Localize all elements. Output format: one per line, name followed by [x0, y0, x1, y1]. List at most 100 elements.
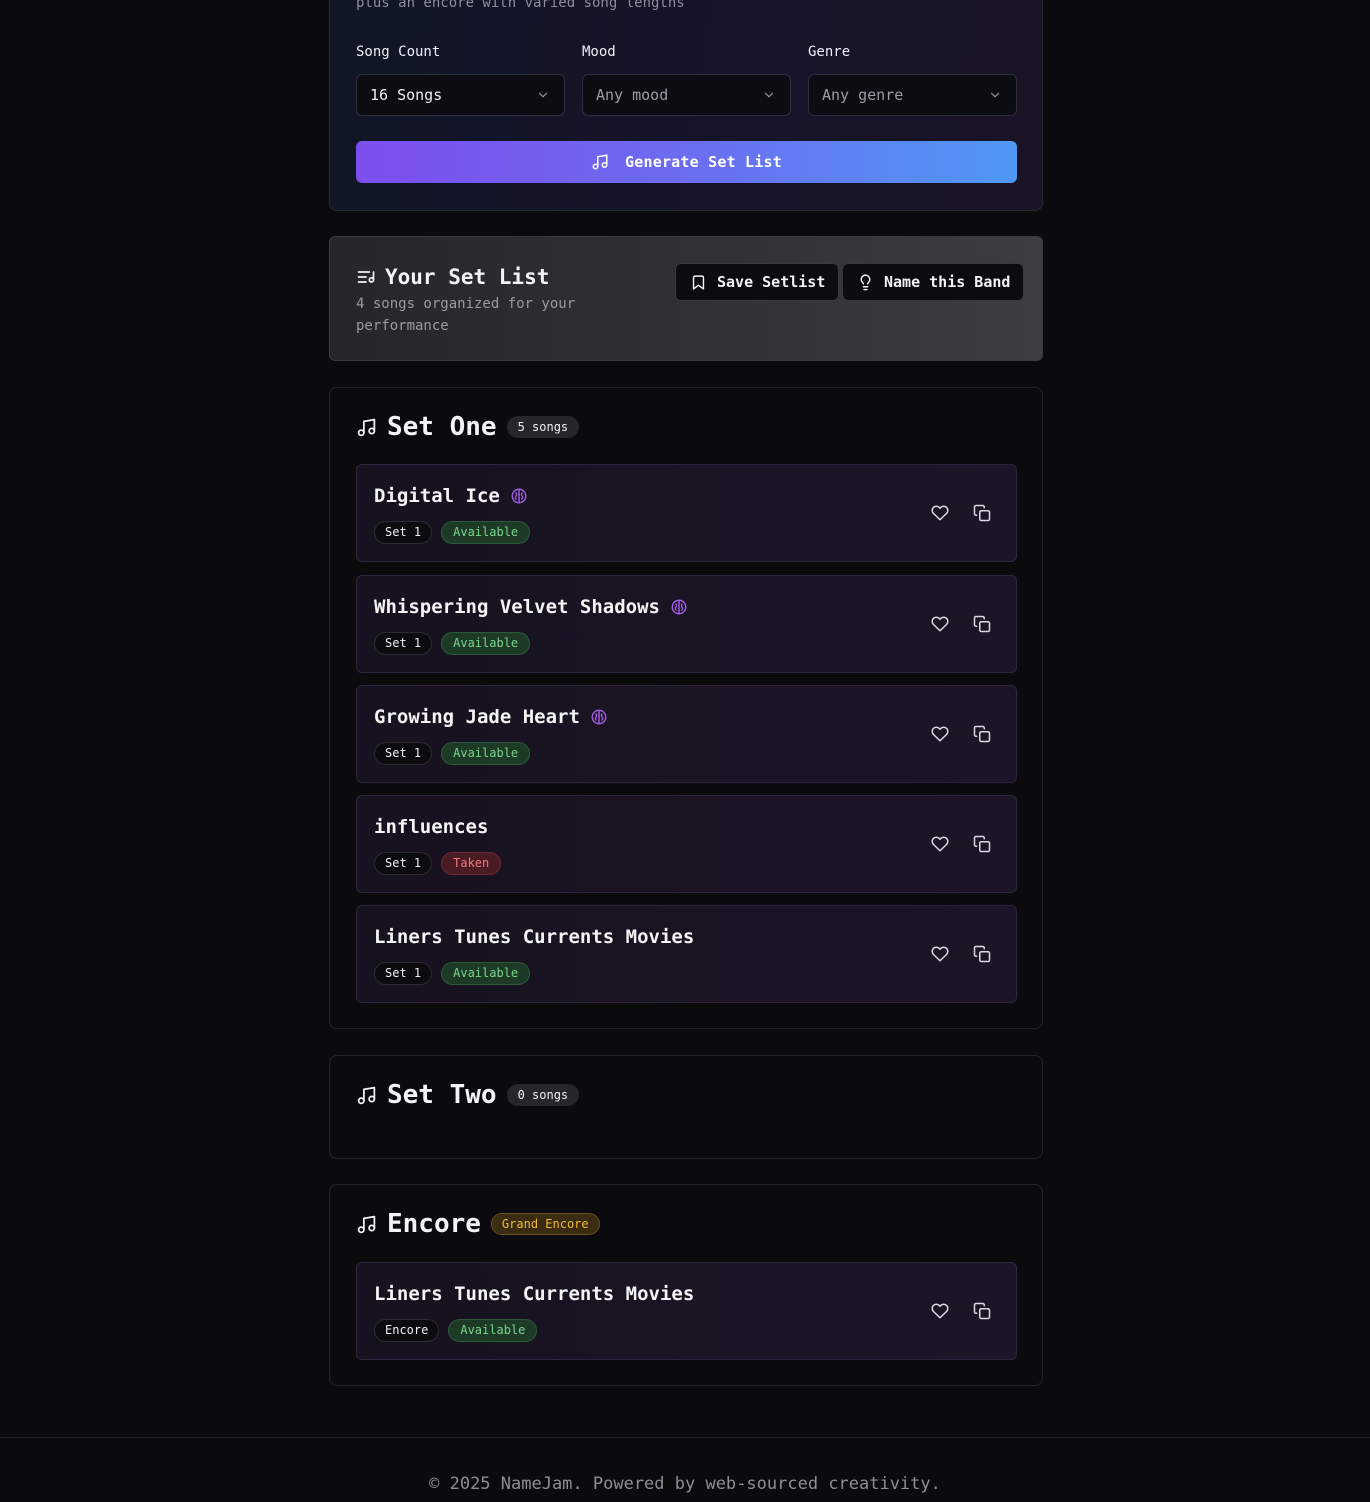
music-note-icon [357, 1215, 376, 1233]
song-title: Whispering Velvet Shadows [374, 596, 660, 618]
song-count-select[interactable]: 16 Songs [356, 74, 565, 116]
copy-icon[interactable] [973, 504, 991, 522]
set-one-section: Set One 5 songs Digital Ice Set 1 Availa… [329, 387, 1043, 1029]
status-badge: Available [441, 632, 531, 655]
song-tags: Set 1 Available [374, 742, 531, 765]
chevron-down-icon [990, 92, 1000, 98]
genre-field: Genre Any genre [808, 44, 1017, 116]
footer: © 2025 NameJam. Powered by web-sourced c… [0, 1437, 1370, 1502]
brain-icon [591, 709, 607, 725]
heart-icon[interactable] [931, 835, 949, 853]
status-badge: Available [441, 521, 531, 544]
mood-label: Mood [582, 44, 616, 60]
song-tags: Encore Available [374, 1319, 538, 1342]
heart-icon[interactable] [931, 615, 949, 633]
setlist-title: Your Set List [385, 265, 550, 289]
song-card: influences Set 1 Taken [356, 795, 1017, 893]
generator-card: plus an encore with varied song lengths … [329, 0, 1043, 211]
genre-label: Genre [808, 44, 851, 60]
song-tags: Set 1 Taken [374, 852, 502, 875]
set-tag: Set 1 [374, 962, 433, 985]
copy-icon[interactable] [973, 725, 991, 743]
music-note-icon [592, 154, 608, 170]
genre-value: Any genre [822, 86, 904, 104]
status-badge: Taken [441, 852, 502, 875]
name-band-label: Name this Band [884, 273, 1011, 291]
set-two-header: Set Two 0 songs [356, 1080, 580, 1110]
set-two-title: Set Two [387, 1080, 497, 1110]
generate-setlist-button[interactable]: Generate Set List [356, 141, 1017, 183]
music-note-icon [357, 1086, 376, 1104]
lightbulb-icon [860, 273, 871, 290]
mood-field: Mood Any mood [582, 44, 791, 116]
set-tag: Set 1 [374, 852, 433, 875]
song-tags: Set 1 Available [374, 962, 531, 985]
list-music-icon [357, 271, 375, 283]
song-title: Digital Ice [374, 485, 500, 507]
brain-icon [671, 599, 687, 615]
copy-icon[interactable] [973, 945, 991, 963]
song-tags: Set 1 Available [374, 521, 531, 544]
encore-title: Encore [387, 1209, 481, 1239]
song-title-row: Digital Ice [374, 485, 528, 507]
heart-icon[interactable] [931, 725, 949, 743]
song-card: Liners Tunes Currents Movies Encore Avai… [356, 1262, 1017, 1360]
setlist-subtitle: 4 songs organized for your performance [356, 296, 576, 334]
setlist-header-card: Your Set List 4 songs organized for your… [329, 236, 1043, 361]
set-two-section: Set Two 0 songs [329, 1055, 1043, 1159]
encore-section: Encore Grand Encore Liners Tunes Current… [329, 1184, 1043, 1386]
mood-value: Any mood [596, 86, 669, 104]
set-two-count-badge: 0 songs [506, 1084, 580, 1106]
chevron-down-icon [538, 92, 548, 98]
status-badge: Available [441, 962, 531, 985]
heart-icon[interactable] [931, 1302, 949, 1320]
setlist-title-row: Your Set List [356, 265, 549, 289]
song-title-row: Liners Tunes Currents Movies [374, 926, 694, 948]
set-tag: Set 1 [374, 632, 433, 655]
song-title-row: influences [374, 816, 488, 838]
song-card: Whispering Velvet Shadows Set 1 Availabl… [356, 575, 1017, 673]
generator-description: plus an encore with varied song lengths [356, 0, 685, 11]
song-count-field: Song Count 16 Songs [356, 44, 565, 116]
song-title: Liners Tunes Currents Movies [374, 1283, 695, 1305]
page: plus an encore with varied song lengths … [0, 0, 1370, 1502]
song-title: Liners Tunes Currents Movies [374, 926, 695, 948]
song-count-label: Song Count [356, 44, 441, 60]
music-note-icon [357, 418, 376, 436]
chevron-down-icon [764, 92, 774, 98]
song-count-value: 16 Songs [370, 86, 443, 104]
copy-icon[interactable] [973, 615, 991, 633]
save-setlist-button[interactable]: Save Setlist [675, 263, 840, 301]
footer-text: © 2025 NameJam. Powered by web-sourced c… [429, 1474, 941, 1494]
bookmark-icon [692, 274, 705, 290]
save-setlist-label: Save Setlist [717, 273, 826, 291]
heart-icon[interactable] [931, 945, 949, 963]
set-tag: Set 1 [374, 742, 433, 765]
song-card: Liners Tunes Currents Movies Set 1 Avail… [356, 905, 1017, 1003]
name-band-button[interactable]: Name this Band [842, 263, 1025, 301]
set-one-count-badge: 5 songs [506, 416, 580, 438]
song-title-row: Liners Tunes Currents Movies [374, 1283, 694, 1305]
grand-encore-badge: Grand Encore [490, 1213, 600, 1235]
generate-setlist-label: Generate Set List [625, 153, 782, 171]
genre-select[interactable]: Any genre [808, 74, 1017, 116]
mood-select[interactable]: Any mood [582, 74, 791, 116]
heart-icon[interactable] [931, 504, 949, 522]
status-badge: Available [448, 1319, 538, 1342]
copy-icon[interactable] [973, 1302, 991, 1320]
song-card: Digital Ice Set 1 Available [356, 464, 1017, 562]
set-tag: Encore [374, 1319, 440, 1342]
brain-icon [511, 488, 527, 504]
copy-icon[interactable] [973, 835, 991, 853]
set-tag: Set 1 [374, 521, 433, 544]
song-title-row: Growing Jade Heart [374, 706, 608, 728]
song-title: influences [374, 816, 489, 838]
status-badge: Available [441, 742, 531, 765]
encore-header: Encore Grand Encore [356, 1209, 600, 1239]
song-tags: Set 1 Available [374, 632, 531, 655]
song-card: Growing Jade Heart Set 1 Available [356, 685, 1017, 783]
set-one-header: Set One 5 songs [356, 412, 580, 442]
set-one-title: Set One [387, 412, 497, 442]
song-title: Growing Jade Heart [374, 706, 580, 728]
song-title-row: Whispering Velvet Shadows [374, 596, 688, 618]
